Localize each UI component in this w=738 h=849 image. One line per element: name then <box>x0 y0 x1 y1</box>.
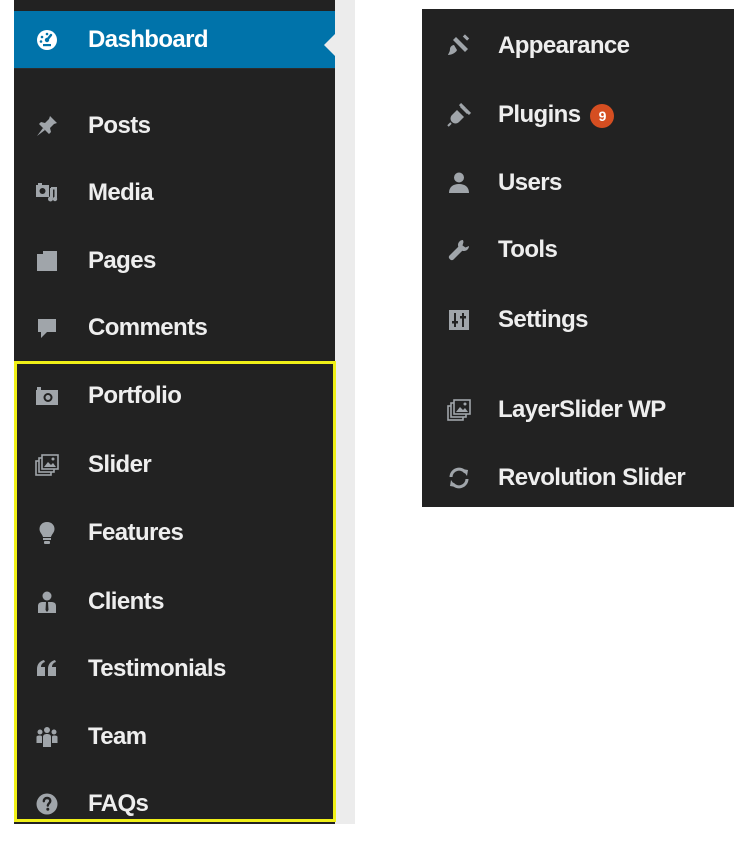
menu-item-revolution-slider[interactable]: Revolution Slider <box>422 453 734 503</box>
menu-item-appearance[interactable]: Appearance <box>422 21 734 71</box>
refresh-icon <box>446 465 472 491</box>
lightbulb-icon <box>34 520 60 546</box>
menu-item-label: Pages <box>88 247 156 274</box>
menu-item-label: Comments <box>88 314 208 341</box>
plugin-icon <box>446 102 472 128</box>
slides-icon <box>446 397 472 423</box>
help-icon <box>34 791 60 817</box>
menu-item-label: LayerSlider WP <box>498 396 666 423</box>
settings-icon <box>446 307 472 333</box>
menu-item-testimonials[interactable]: Testimonials <box>14 644 335 694</box>
menu-item-layerslider[interactable]: LayerSlider WP <box>422 385 734 435</box>
menu-item-comments[interactable]: Comments <box>14 303 335 353</box>
slides-icon <box>34 452 60 478</box>
menu-item-tools[interactable]: Tools <box>422 225 734 275</box>
plugins-label-text: Plugins <box>498 101 581 128</box>
menu-item-clients[interactable]: Clients <box>14 577 335 627</box>
menu-item-settings[interactable]: Settings <box>422 295 734 345</box>
menu-item-team[interactable]: Team <box>14 712 335 762</box>
menu-item-label: Team <box>88 723 147 750</box>
menu-item-posts[interactable]: Posts <box>14 101 335 151</box>
menu-item-label: Revolution Slider <box>498 464 686 491</box>
menu-item-dashboard[interactable]: Dashboard <box>14 11 336 68</box>
menu-item-label: Slider <box>88 451 152 478</box>
media-icon <box>34 180 60 206</box>
camera-icon <box>34 383 60 409</box>
menu-item-media[interactable]: Media <box>14 168 335 218</box>
menu-item-label: Clients <box>88 588 164 615</box>
menu-item-label: Settings <box>498 306 588 333</box>
menu-item-label: Appearance <box>498 32 630 59</box>
menu-item-label: Media <box>88 179 154 206</box>
menu-item-label: Plugins 9 <box>498 101 615 129</box>
menu-item-features[interactable]: Features <box>14 508 335 558</box>
admin-menu-left: Dashboard Posts Media Pages Comments Por… <box>14 0 336 824</box>
top-border <box>355 0 738 8</box>
menu-item-label: Features <box>88 519 184 546</box>
menu-item-users[interactable]: Users <box>422 158 734 208</box>
menu-item-portfolio[interactable]: Portfolio <box>14 371 335 421</box>
menu-item-plugins[interactable]: Plugins 9 <box>422 90 734 140</box>
paintbrush-icon <box>446 33 472 59</box>
content-gutter <box>335 0 355 824</box>
menu-item-label: FAQs <box>88 790 149 817</box>
quote-icon <box>34 656 60 682</box>
admin-menu-right: Appearance Plugins 9 Users Tools Settings… <box>422 9 734 507</box>
wrench-icon <box>446 237 472 263</box>
current-menu-arrow <box>324 33 336 57</box>
pin-icon <box>34 113 60 139</box>
businessman-icon <box>34 589 60 615</box>
users-icon <box>446 170 472 196</box>
menu-item-label: Tools <box>498 236 558 263</box>
menu-item-label: Users <box>498 169 562 196</box>
groups-icon <box>34 724 60 750</box>
menu-item-label: Testimonials <box>88 655 226 682</box>
pages-icon <box>34 248 60 274</box>
update-count-badge: 9 <box>590 103 615 128</box>
menu-item-slider[interactable]: Slider <box>14 440 335 490</box>
menu-item-pages[interactable]: Pages <box>14 236 335 286</box>
menu-item-label: Portfolio <box>88 382 182 409</box>
dashboard-icon <box>34 27 60 53</box>
menu-item-label: Dashboard <box>88 25 209 53</box>
comment-icon <box>34 315 60 341</box>
menu-item-faqs[interactable]: FAQs <box>14 779 335 829</box>
menu-separator <box>14 68 335 69</box>
menu-item-label: Posts <box>88 112 151 139</box>
